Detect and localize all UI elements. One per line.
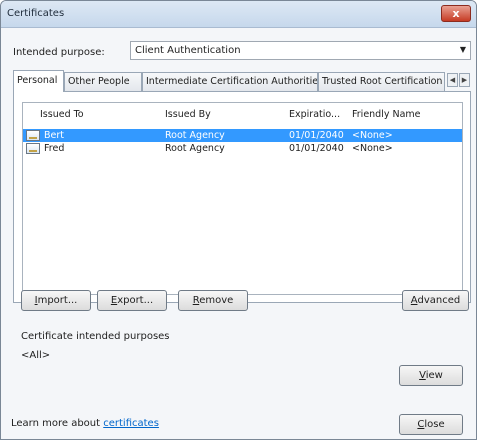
advanced-button[interactable]: Advanced [402,290,469,311]
view-button[interactable]: View [399,365,463,386]
intended-purpose-value: Client Authentication [135,45,241,56]
tab-scroll-left-icon[interactable]: ◀ [447,73,458,87]
certificate-icon [26,130,40,141]
friendly-name-cell: <None> [352,130,393,141]
tab-intermediate-ca[interactable]: Intermediate Certification Authorities [142,72,318,91]
remove-button[interactable]: Remove [178,290,248,311]
certificate-list[interactable]: Issued To Issued By Expiratio... Friendl… [22,102,463,295]
advanced-label: dvanced [417,295,461,306]
close-button[interactable]: Close [399,414,463,435]
import-button[interactable]: Import... [21,290,91,311]
intended-purpose-label: Intended purpose: [13,47,105,58]
column-issued-by[interactable]: Issued By [165,109,211,120]
close-label: lose [424,419,445,430]
list-header: Issued To Issued By Expiratio... Friendl… [23,103,462,125]
certificate-icon [26,143,40,154]
learn-more-prefix: Learn more about [11,418,104,429]
dialog-body: Intended purpose: Client Authentication … [1,29,476,439]
column-issued-to[interactable]: Issued To [40,109,84,120]
column-friendly-name[interactable]: Friendly Name [352,109,421,120]
tab-personal[interactable]: Personal [13,70,64,92]
intended-purpose-dropdown[interactable]: Client Authentication ▼ [130,41,471,60]
expiration-cell: 01/01/2040 [289,130,344,141]
learn-more-text: Learn more about certificates [11,418,159,429]
issued-to-cell: Bert [44,130,64,141]
certificates-link[interactable]: certificates [103,418,159,429]
issued-by-cell: Root Agency [165,143,225,154]
dropdown-arrow-icon: ▼ [459,45,466,54]
view-label: iew [425,370,443,381]
tab-other-people[interactable]: Other People [64,72,142,91]
export-label: xport... [117,295,154,306]
close-window-button[interactable]: x [441,5,471,22]
remove-label: emove [199,295,234,306]
tab-panel: Issued To Issued By Expiratio... Friendl… [13,91,471,303]
column-expiration[interactable]: Expiratio... [289,109,340,120]
certificates-dialog: Certificates x Intended purpose: Client … [0,0,477,440]
tab-strip: Personal Other People Intermediate Certi… [13,70,471,92]
issued-by-cell: Root Agency [165,130,225,141]
export-button[interactable]: Export... [97,290,167,311]
window-title: Certificates [7,8,65,19]
import-label: mport... [37,295,78,306]
tab-trusted-root[interactable]: Trusted Root Certification [318,72,445,91]
title-bar[interactable]: Certificates x [1,1,476,28]
table-row[interactable]: Bert Root Agency 01/01/2040 <None> [23,129,462,142]
tab-scroll-right-icon[interactable]: ▶ [459,73,470,87]
expiration-cell: 01/01/2040 [289,143,344,154]
intended-purposes-label: Certificate intended purposes [21,331,170,342]
table-row[interactable]: Fred Root Agency 01/01/2040 <None> [23,142,462,155]
friendly-name-cell: <None> [352,143,393,154]
issued-to-cell: Fred [44,143,65,154]
view-accel: V [419,370,426,381]
intended-purposes-value: <All> [21,350,51,361]
